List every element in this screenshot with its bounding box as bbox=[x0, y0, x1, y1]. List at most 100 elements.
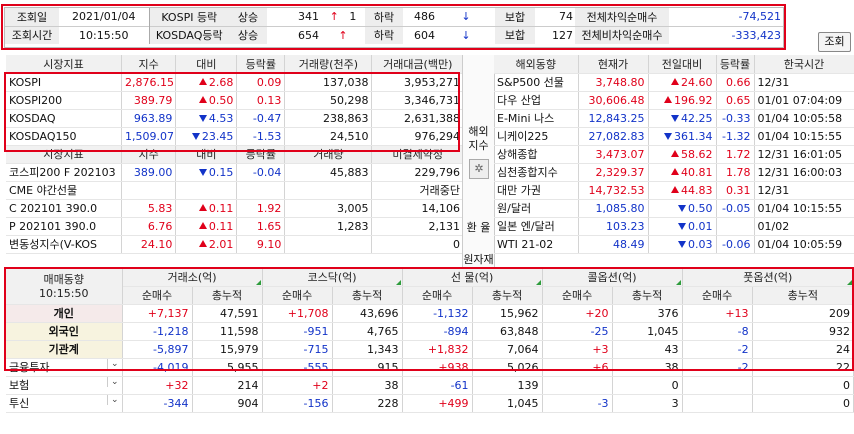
market-row[interactable]: KOSDAQ 963.89 4.53 -0.47 238,863 2,631,388 bbox=[6, 109, 464, 128]
col-header: 거래량(천주) bbox=[284, 55, 373, 74]
col-header: 시장지표 bbox=[6, 145, 122, 164]
net-buy: +6 bbox=[542, 358, 613, 377]
overseas-row[interactable]: 대만 가권 14,732.53 44.83 0.31 12/31 bbox=[494, 181, 854, 200]
group-header[interactable]: 거래소(억) bbox=[122, 268, 263, 287]
overseas-change-cell: 0.03 bbox=[648, 235, 717, 254]
overseas-row[interactable]: S&P500 선물 3,748.80 24.60 0.66 12/31 bbox=[494, 73, 854, 92]
market-index bbox=[121, 181, 177, 200]
time-value[interactable]: 10:15:50 bbox=[59, 26, 150, 44]
market-name[interactable]: KOSPI200 bbox=[6, 91, 122, 110]
overseas-name[interactable]: 상해종합 bbox=[494, 145, 579, 164]
market-row[interactable]: KOSDAQ150 1,509.07 23.45 -1.53 24,510 976,294 bbox=[6, 127, 464, 146]
market-index: 6.76 bbox=[121, 217, 177, 236]
net-buy: +13 bbox=[682, 304, 753, 323]
market-index: 2,876.15 bbox=[121, 73, 177, 92]
market-row[interactable]: CME 야간선물 거래중단 bbox=[6, 181, 464, 200]
overseas-time: 01/02 bbox=[754, 217, 854, 236]
overseas-rate: 1.78 bbox=[716, 163, 755, 182]
market-rate bbox=[236, 181, 286, 200]
flow-row[interactable]: 개인 +7,137 47,591 +1,708 43,696 -1,132 15,962 +2… bbox=[6, 304, 854, 323]
overseas-name[interactable]: WTI 21-02 bbox=[494, 235, 579, 254]
overseas-row[interactable]: 니케이225 27,082.83 361.34 -1.32 01/04 10:15:55 bbox=[494, 127, 854, 146]
market-amount: 976,294 bbox=[371, 127, 464, 146]
flow-row[interactable]: 기관계 -5,897 15,979 -715 1,343 +1,832 7,064 +3 43-… bbox=[6, 340, 854, 359]
market-name[interactable]: C 202101 390.0 bbox=[6, 199, 122, 218]
chevron-down-icon[interactable]: ⌄ bbox=[106, 395, 119, 405]
net-buy bbox=[682, 394, 753, 413]
market-index: 24.10 bbox=[121, 235, 177, 254]
market-name[interactable]: KOSDAQ150 bbox=[6, 127, 122, 146]
market-name[interactable]: P 202101 390.0 bbox=[6, 217, 122, 236]
market-row[interactable]: C 202101 390.0 5.83 0.11 1.92 3,005 14,106 bbox=[6, 199, 464, 218]
overseas-rate: 1.72 bbox=[716, 145, 755, 164]
market-name[interactable]: KOSPI bbox=[6, 73, 122, 92]
flow-row[interactable]: 금융투자 ⌄ -4,019 5,955 -555 915 +938 5,026 +6 38 -2 22 bbox=[6, 358, 854, 377]
overseas-row[interactable]: 상해종합 3,473.07 58.62 1.72 12/31 16:01:05 bbox=[494, 145, 854, 164]
investor-name: 투신 bbox=[9, 397, 30, 410]
market-change-cell: 0.50 bbox=[175, 91, 238, 110]
overseas-row[interactable]: 다우 산업 30,606.48 196.92 0.65 01/01 07:04:09 bbox=[494, 91, 854, 110]
chevron-down-icon[interactable]: ⌄ bbox=[106, 377, 119, 387]
market-row[interactable]: KOSPI200 389.79 0.50 0.13 50,298 3,346,731 bbox=[6, 91, 464, 110]
triangle-down-icon bbox=[664, 132, 672, 140]
exchange-rate-label[interactable]: 환 율 bbox=[463, 219, 494, 235]
group-header[interactable]: 풋옵션(억) bbox=[682, 268, 854, 287]
market-change: 4.53 bbox=[208, 111, 234, 125]
chevron-down-icon[interactable]: ⌄ bbox=[106, 359, 119, 369]
investor-name-cell[interactable]: 투신 ⌄ bbox=[6, 394, 123, 413]
group-header[interactable]: 선 물(억) bbox=[402, 268, 543, 287]
market-name[interactable]: 코스피200 F 202103 bbox=[6, 163, 122, 182]
market-row[interactable]: P 202101 390.0 6.76 0.11 1.65 1,283 2,131 bbox=[6, 217, 464, 236]
overseas-name[interactable]: 원/달러 bbox=[494, 199, 579, 218]
overseas-row[interactable]: 원/달러 1,085.80 0.50 -0.05 01/04 10:15:55 bbox=[494, 199, 854, 218]
flow-row[interactable]: 투신 ⌄ -344 904 -156 228 +499 1,045 -3 3 0 bbox=[6, 394, 854, 413]
overseas-name[interactable]: E-Mini 나스 bbox=[494, 109, 579, 128]
col-header: 전일대비 bbox=[648, 55, 717, 74]
group-header[interactable]: 코스닥(억) bbox=[262, 268, 403, 287]
market-change-cell bbox=[175, 181, 238, 200]
cumulative: 11,598 bbox=[192, 322, 263, 341]
overseas-name[interactable]: 심천종합지수 bbox=[494, 163, 579, 182]
market-row[interactable]: KOSPI 2,876.15 2.68 0.09 137,038 3,953,271 bbox=[6, 73, 464, 92]
overseas-price: 103.23 bbox=[578, 217, 649, 236]
overseas-name[interactable]: 일본 엔/달러 bbox=[494, 217, 579, 236]
gear-icon[interactable]: ✲ bbox=[469, 159, 489, 179]
raw-material-label[interactable]: 원자재 bbox=[463, 251, 494, 267]
col-header: 시장지표 bbox=[6, 55, 122, 74]
market-row[interactable]: 코스피200 F 202103 389.00 0.15 -0.04 45,883 229,… bbox=[6, 163, 464, 182]
cumulative: 43 bbox=[612, 340, 683, 359]
overseas-name[interactable]: 다우 산업 bbox=[494, 91, 579, 110]
overseas-row[interactable]: WTI 21-02 48.49 0.03 -0.06 01/04 10:05:59 bbox=[494, 235, 854, 254]
date-value[interactable]: 2021/01/04 bbox=[59, 8, 150, 26]
overseas-name[interactable]: 니케이225 bbox=[494, 127, 579, 146]
net-buy: -344 bbox=[122, 394, 193, 413]
market-amount: 14,106 bbox=[371, 199, 464, 218]
market-amount: 229,796 bbox=[371, 163, 464, 182]
flow-title: 매매동향 bbox=[43, 273, 84, 287]
overseas-price: 12,843.25 bbox=[578, 109, 649, 128]
col-header: 해외동향 bbox=[494, 55, 579, 74]
overseas-time: 01/04 10:15:55 bbox=[754, 127, 854, 146]
market-name[interactable]: KOSDAQ bbox=[6, 109, 122, 128]
group-header[interactable]: 콜옵션(억) bbox=[542, 268, 683, 287]
kosdaq-up-arrow: ↑ bbox=[338, 28, 348, 42]
investor-name-cell[interactable]: 보험 ⌄ bbox=[6, 376, 123, 395]
overseas-time: 01/01 07:04:09 bbox=[754, 91, 854, 110]
market-row[interactable]: 변동성지수(V-KOS 24.10 2.01 9.10 0 bbox=[6, 235, 464, 254]
overseas-row[interactable]: 일본 엔/달러 103.23 0.01 01/02 bbox=[494, 217, 854, 236]
cumulative: 4,765 bbox=[332, 322, 403, 341]
kospi-up-arrow: ↑ bbox=[329, 10, 339, 24]
investor-name-cell[interactable]: 금융투자 ⌄ bbox=[6, 358, 123, 377]
market-name[interactable]: CME 야간선물 bbox=[6, 181, 122, 200]
flow-row[interactable]: 외국인 -1,218 11,598 -951 4,765 -894 63,848 -25 1,0… bbox=[6, 322, 854, 341]
market-name[interactable]: 변동성지수(V-KOS bbox=[6, 235, 122, 254]
overseas-row[interactable]: 심천종합지수 2,329.37 40.81 1.78 12/31 16:00:03 bbox=[494, 163, 854, 182]
overseas-name[interactable]: S&P500 선물 bbox=[494, 73, 579, 92]
overseas-index-label[interactable]: 해외 지수 bbox=[463, 125, 494, 153]
cumulative: 0 bbox=[612, 376, 683, 395]
query-button[interactable]: 조회 bbox=[818, 32, 851, 52]
overseas-row[interactable]: E-Mini 나스 12,843.25 42.25 -0.33 01/04 10:05:… bbox=[494, 109, 854, 128]
market-change-cell: 2.01 bbox=[175, 235, 238, 254]
flow-row[interactable]: 보험 ⌄ +32 214 +2 38 -61 139 0 0 bbox=[6, 376, 854, 395]
overseas-name[interactable]: 대만 가권 bbox=[494, 181, 579, 200]
